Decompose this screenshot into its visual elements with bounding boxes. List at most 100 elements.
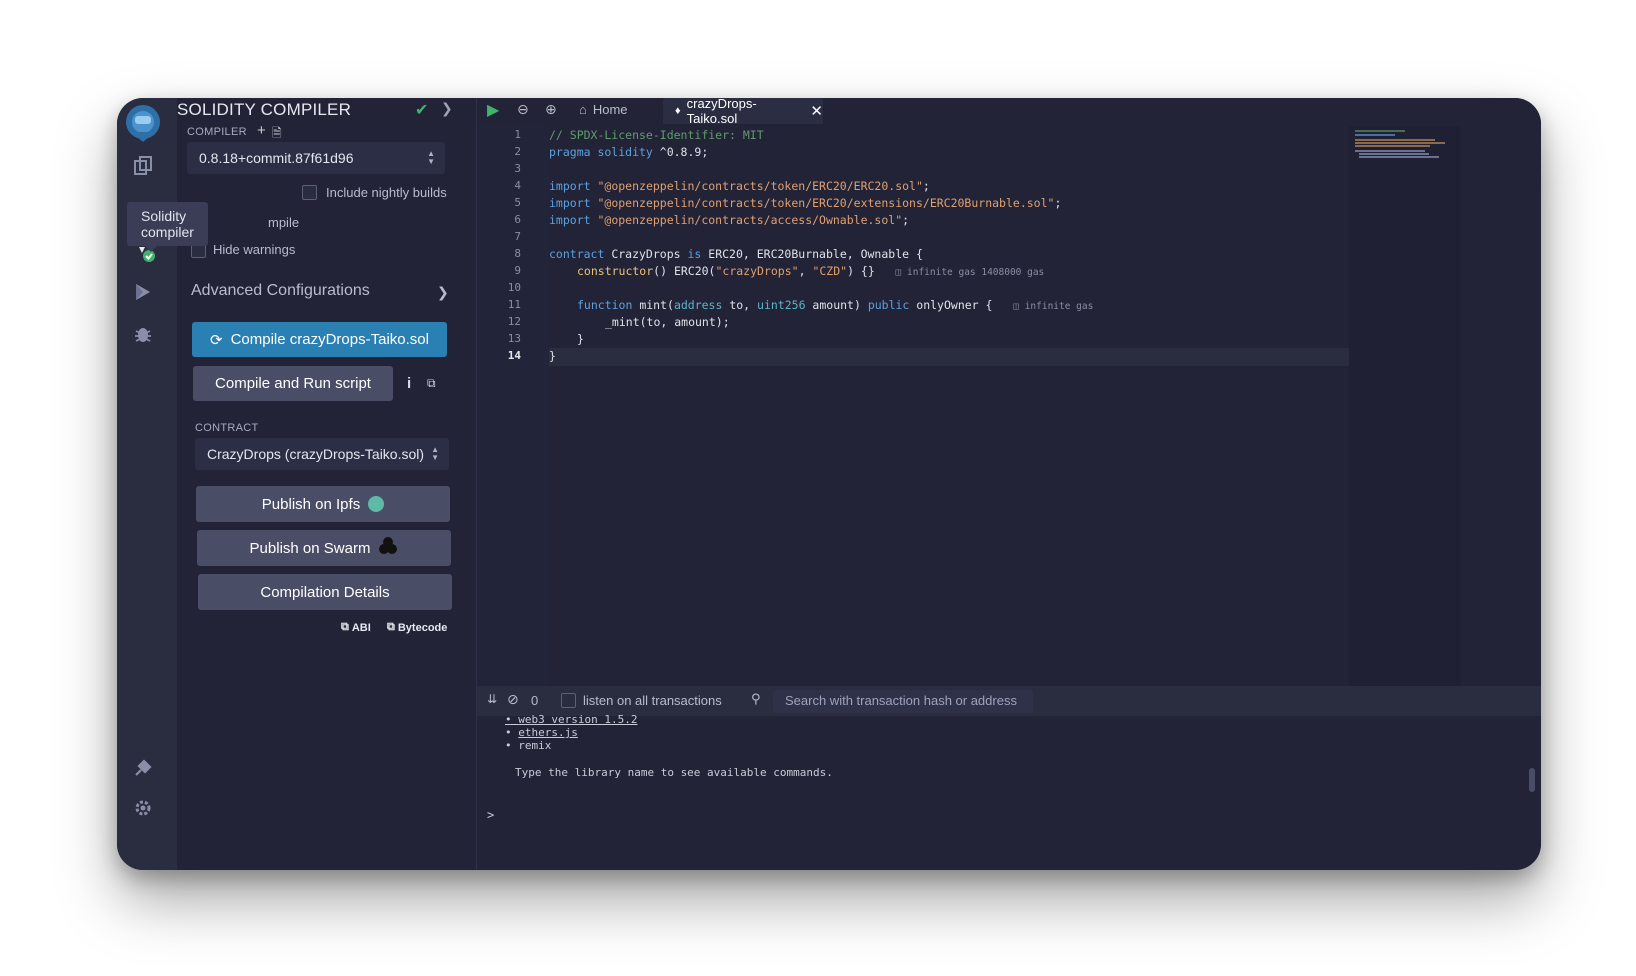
code-keyword: import	[549, 179, 591, 193]
copy-icon[interactable]: ⧉	[427, 376, 436, 391]
code-keyword: contract	[549, 247, 605, 261]
publish-swarm-button[interactable]: Publish on Swarm	[197, 530, 451, 566]
ipfs-icon	[368, 496, 385, 512]
line-number: 14	[507, 349, 521, 362]
include-nightly-checkbox[interactable]	[302, 185, 317, 200]
info-icon[interactable]: i	[407, 375, 411, 392]
code-text: ;	[902, 213, 910, 227]
publish-ipfs-label: Publish on Ipfs	[261, 495, 361, 513]
terminal-link[interactable]: • web3 version 1.5.2	[505, 713, 637, 726]
line-number: 13	[507, 332, 521, 345]
code-editor[interactable]: // SPDX-License-Identifier: MIT pragma s…	[549, 126, 1349, 686]
contract-select[interactable]: CrazyDrops (crazyDrops-Taiko.sol) ▲ ▼	[195, 438, 449, 470]
abi-copy-button[interactable]: ⧉ ABI	[341, 621, 371, 634]
icon-rail: Solidity compiler	[117, 98, 208, 870]
listen-all-checkbox[interactable]	[561, 693, 576, 708]
code-type: address	[673, 298, 723, 312]
tab-home-label: Home	[592, 102, 628, 117]
line-number: 3	[514, 162, 521, 175]
collapse-terminal-icon[interactable]: ⇊	[487, 692, 497, 706]
tab-home[interactable]: ⌂ Home	[579, 102, 628, 117]
bytecode-copy-button[interactable]: ⧉ Bytecode	[387, 621, 447, 634]
terminal-prompt[interactable]: >	[487, 808, 494, 822]
line-number: 11	[507, 298, 521, 311]
code-comment: // SPDX-License-Identifier: MIT	[549, 128, 764, 142]
code-text: onlyOwner {	[909, 298, 993, 312]
terminal-toolbar: ⇊ ⊘ 0 listen on all transactions ⚲ Searc…	[477, 686, 1541, 716]
copy-icon: ⧉	[341, 621, 349, 633]
compiler-version-select[interactable]: 0.8.18+commit.87f61d96 ▲ ▼	[187, 142, 445, 174]
add-compiler-icon[interactable]: +	[257, 122, 266, 139]
select-arrows-icon: ▲ ▼	[427, 149, 435, 166]
compile-button[interactable]: ⟳ Compile crazyDrops-Taiko.sol	[192, 322, 447, 357]
code-text: () ERC20(	[653, 264, 716, 278]
listen-all-label: listen on all transactions	[583, 693, 722, 708]
publish-swarm-label: Publish on Swarm	[249, 539, 371, 557]
pending-tx-count: 0	[531, 693, 539, 708]
contract-label: CONTRACT	[195, 422, 259, 434]
code-string: "@openzeppelin/contracts/access/Ownable.…	[597, 213, 903, 227]
solidity-file-icon: ♦	[675, 105, 681, 117]
remix-window: Solidity compiler SOLIDITY COMPILER ✔ ❯ …	[117, 98, 1541, 870]
debugger-icon[interactable]	[129, 320, 157, 348]
code-keyword: constructor	[577, 264, 654, 278]
run-icon[interactable]: ▶	[487, 100, 499, 120]
line-number: 9	[514, 264, 521, 277]
transaction-search-input[interactable]: Search with transaction hash or address	[773, 690, 1033, 713]
zoom-in-icon[interactable]: ⊕	[545, 101, 557, 118]
abi-label: ABI	[351, 621, 371, 634]
code-text: }	[549, 349, 556, 363]
compiler-panel: SOLIDITY COMPILER ✔ ❯ COMPILER + 🗎 0.8.1…	[177, 98, 477, 870]
plugin-manager-icon[interactable]	[129, 754, 157, 782]
code-text: CrazyDrops	[604, 247, 688, 261]
check-icon: ✔	[415, 102, 429, 119]
minimap[interactable]	[1349, 126, 1461, 686]
terminal-hint: Type the library name to see available c…	[515, 766, 833, 779]
line-number: 5	[514, 196, 521, 209]
line-number: 1	[514, 128, 521, 141]
publish-ipfs-button[interactable]: Publish on Ipfs	[196, 486, 450, 522]
line-number: 7	[514, 230, 521, 243]
code-text: amount)	[805, 298, 868, 312]
remix-logo-icon[interactable]	[121, 102, 165, 144]
deploy-run-icon[interactable]	[129, 278, 157, 306]
advanced-configurations-toggle[interactable]: Advanced Configurations	[191, 282, 370, 300]
zoom-out-icon[interactable]: ⊖	[517, 101, 529, 118]
line-number: 8	[514, 247, 521, 260]
contract-value: CrazyDrops (crazyDrops-Taiko.sol)	[207, 446, 425, 462]
close-icon[interactable]: ✕	[810, 102, 823, 120]
line-number: 12	[507, 315, 521, 328]
clear-console-icon[interactable]: ⊘	[507, 691, 519, 708]
tab-file[interactable]: ♦ crazyDrops-Taiko.sol ✕	[663, 98, 823, 126]
gas-estimate: ◫ infinite gas	[1013, 301, 1094, 312]
compilation-details-button[interactable]: Compilation Details	[198, 574, 452, 610]
code-string: "@openzeppelin/contracts/token/ERC20/ext…	[597, 196, 1055, 210]
compile-run-script-button[interactable]: Compile and Run script	[193, 366, 393, 401]
settings-icon[interactable]	[129, 794, 157, 822]
code-string: "crazyDrops"	[715, 264, 799, 278]
code-text: }	[577, 332, 584, 346]
compiler-version-value: 0.8.18+commit.87f61d96	[199, 150, 354, 166]
search-icon: ⚲	[751, 691, 761, 706]
compiler-label: COMPILER	[187, 126, 247, 138]
current-line-highlight	[549, 348, 1349, 366]
line-number: 2	[514, 145, 521, 158]
terminal-scrollbar[interactable]	[1529, 768, 1535, 792]
rail-tooltip: Solidity compiler	[127, 202, 208, 252]
code-keyword: import	[549, 196, 591, 210]
editor-tab-bar: ▶ ⊖ ⊕ ⌂ Home ♦ crazyDrops-Taiko.sol ✕	[477, 98, 1541, 126]
copy-icon: ⧉	[387, 621, 395, 633]
code-keyword: is	[687, 247, 702, 261]
chevron-right-icon[interactable]: ❯	[441, 100, 453, 117]
chevron-right-icon[interactable]: ❯	[437, 284, 449, 301]
terminal-link[interactable]: • ethers.js	[505, 726, 578, 739]
code-keyword: function	[577, 298, 633, 312]
file-explorer-icon[interactable]	[129, 152, 157, 180]
code-text: ^0.8.9;	[652, 145, 709, 159]
code-text: ERC20, ERC20Burnable, Ownable {	[701, 247, 923, 261]
select-arrows-icon: ▲ ▼	[431, 445, 439, 462]
code-text: mint(	[632, 298, 674, 312]
code-text: ) {}	[847, 264, 875, 278]
terminal-output: • web3 version 1.5.2 • ethers.js • remix…	[477, 713, 1541, 870]
line-number: 4	[514, 179, 521, 192]
